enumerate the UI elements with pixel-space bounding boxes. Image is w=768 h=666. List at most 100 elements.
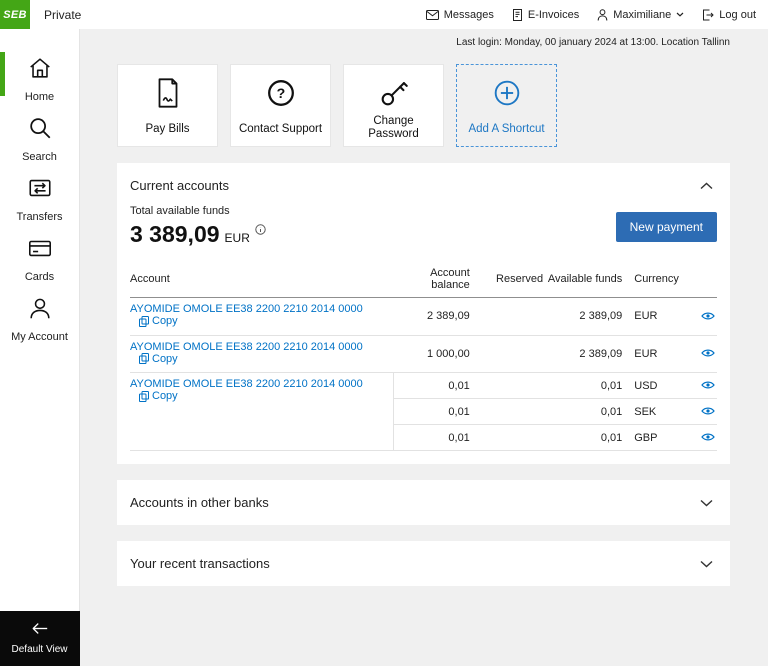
account-row: AYOMIDE OMOLE EE38 2200 2210 2014 0000 Co… bbox=[130, 335, 717, 373]
segment-label: Private bbox=[44, 7, 82, 22]
copy-account-button[interactable]: Copy bbox=[139, 315, 178, 327]
chevron-up-icon bbox=[700, 178, 713, 193]
account-row: AYOMIDE OMOLE EE38 2200 2210 2014 0000 Co… bbox=[130, 297, 717, 336]
copy-account-button[interactable]: Copy bbox=[139, 390, 178, 402]
col-available-funds: Available funds bbox=[543, 262, 623, 298]
total-funds-block: Total available funds 3 389,09 EUR bbox=[130, 205, 266, 248]
reserved-cell bbox=[469, 372, 544, 399]
chevron-down-icon bbox=[700, 556, 713, 571]
other-banks-title: Accounts in other banks bbox=[130, 495, 269, 510]
available-cell: 2 389,09 bbox=[543, 297, 623, 336]
new-payment-button[interactable]: New payment bbox=[615, 211, 717, 242]
back-arrow-icon bbox=[31, 622, 49, 640]
eye-icon bbox=[701, 433, 715, 441]
copy-icon bbox=[139, 353, 149, 364]
eye-icon bbox=[701, 407, 715, 415]
home-icon bbox=[27, 55, 53, 86]
logout-button[interactable]: Log out bbox=[702, 9, 756, 21]
sidebar: Home Search Transfers Cards My Account D… bbox=[0, 29, 80, 666]
copy-account-button[interactable]: Copy bbox=[139, 353, 178, 365]
total-funds-amount: 3 389,09 bbox=[130, 221, 220, 247]
messages-button[interactable]: Messages bbox=[425, 9, 494, 21]
col-account: Account bbox=[130, 262, 394, 298]
sidebar-label-home: Home bbox=[24, 91, 55, 103]
cards-icon bbox=[27, 235, 53, 266]
bill-icon bbox=[151, 76, 185, 115]
total-funds-label: Total available funds bbox=[130, 205, 230, 217]
balance-cell: 1 000,00 bbox=[393, 335, 470, 373]
user-name-label: Maximiliane bbox=[613, 8, 672, 21]
e-invoices-label: E-Invoices bbox=[527, 8, 580, 21]
change-password-label: Change Password bbox=[368, 115, 419, 140]
person-icon bbox=[27, 295, 53, 326]
sidebar-label-transfers: Transfers bbox=[16, 211, 63, 223]
sidebar-item-home[interactable]: Home bbox=[0, 52, 79, 112]
toggle-visibility-button[interactable] bbox=[699, 430, 717, 445]
sidebar-item-cards[interactable]: Cards bbox=[0, 232, 79, 292]
pay-bills-label: Pay Bills bbox=[145, 123, 190, 136]
pay-bills-card[interactable]: Pay Bills bbox=[117, 64, 218, 147]
last-login-text: Last login: Monday, 00 january 2024 at 1… bbox=[456, 37, 730, 48]
eye-icon bbox=[701, 381, 715, 389]
col-currency: Currency bbox=[622, 262, 679, 298]
copy-icon bbox=[139, 315, 149, 327]
copy-label: Copy bbox=[152, 352, 178, 365]
account-row: AYOMIDE OMOLE EE38 2200 2210 2014 0000 Co… bbox=[130, 372, 717, 451]
sidebar-label-cards: Cards bbox=[24, 271, 55, 283]
info-icon[interactable] bbox=[255, 222, 266, 240]
available-cell: 2 389,09 bbox=[543, 335, 623, 373]
available-cell: 0,01 bbox=[543, 398, 623, 425]
toggle-visibility-button[interactable] bbox=[699, 404, 717, 419]
e-invoices-button[interactable]: E-Invoices bbox=[512, 8, 580, 21]
available-cell: 0,01 bbox=[543, 372, 623, 399]
person-icon bbox=[597, 8, 608, 21]
balance-cell: 2 389,09 bbox=[393, 297, 470, 336]
toggle-visibility-button[interactable] bbox=[699, 378, 717, 393]
col-actions bbox=[678, 262, 717, 298]
toggle-visibility-button[interactable] bbox=[699, 346, 717, 361]
search-icon bbox=[27, 115, 53, 146]
recent-transactions-title: Your recent transactions bbox=[130, 556, 270, 571]
copy-label: Copy bbox=[152, 315, 178, 327]
current-accounts-title: Current accounts bbox=[130, 178, 229, 193]
toggle-visibility-button[interactable] bbox=[699, 309, 717, 324]
transfers-icon bbox=[27, 175, 53, 206]
eye-icon bbox=[701, 312, 715, 320]
account-link[interactable]: AYOMIDE OMOLE EE38 2200 2210 2014 0000 bbox=[130, 303, 363, 315]
sidebar-nav: Home Search Transfers Cards My Account bbox=[0, 29, 79, 352]
reserved-cell bbox=[469, 424, 544, 451]
reserved-cell bbox=[469, 297, 544, 336]
sidebar-item-search[interactable]: Search bbox=[0, 112, 79, 172]
current-accounts-panel: Current accounts Total available funds 3… bbox=[117, 163, 730, 464]
document-icon bbox=[512, 8, 523, 21]
currency-cell: EUR bbox=[622, 297, 679, 336]
copy-icon bbox=[139, 390, 149, 402]
currency-cell: SEK bbox=[622, 398, 679, 425]
chevron-down-icon bbox=[700, 495, 713, 510]
app-window: SEB Private Messages E-Invoices Maximili… bbox=[0, 0, 768, 666]
contact-support-label: Contact Support bbox=[238, 123, 323, 136]
balance-cell: 0,01 bbox=[393, 372, 470, 399]
add-shortcut-card[interactable]: Add A Shortcut bbox=[456, 64, 557, 147]
contact-support-card[interactable]: ? Contact Support bbox=[230, 64, 331, 147]
sidebar-label-search: Search bbox=[22, 151, 57, 163]
default-view-button[interactable]: Default View bbox=[0, 611, 80, 666]
user-menu-button[interactable]: Maximiliane bbox=[597, 9, 684, 21]
recent-transactions-panel: Your recent transactions bbox=[117, 541, 730, 586]
col-reserved: Reserved bbox=[469, 262, 544, 298]
account-link[interactable]: AYOMIDE OMOLE EE38 2200 2210 2014 0000 bbox=[130, 341, 363, 353]
plus-circle-icon bbox=[490, 76, 524, 115]
accounts-table: Account Account balance Reserved Availab… bbox=[130, 262, 717, 451]
balance-cell: 0,01 bbox=[393, 424, 470, 451]
col-account-balance: Account balance bbox=[393, 262, 470, 298]
key-icon bbox=[377, 76, 411, 115]
copy-label: Copy bbox=[152, 390, 178, 402]
sidebar-item-transfers[interactable]: Transfers bbox=[0, 172, 79, 232]
collapse-current-accounts-button[interactable] bbox=[696, 176, 717, 195]
expand-other-banks-button[interactable] bbox=[696, 493, 717, 512]
sidebar-item-my-account[interactable]: My Account bbox=[0, 292, 79, 352]
account-link[interactable]: AYOMIDE OMOLE EE38 2200 2210 2014 0000 bbox=[130, 378, 363, 390]
change-password-card[interactable]: Change Password bbox=[343, 64, 444, 147]
expand-recent-transactions-button[interactable] bbox=[696, 554, 717, 573]
chevron-down-icon bbox=[676, 12, 684, 17]
